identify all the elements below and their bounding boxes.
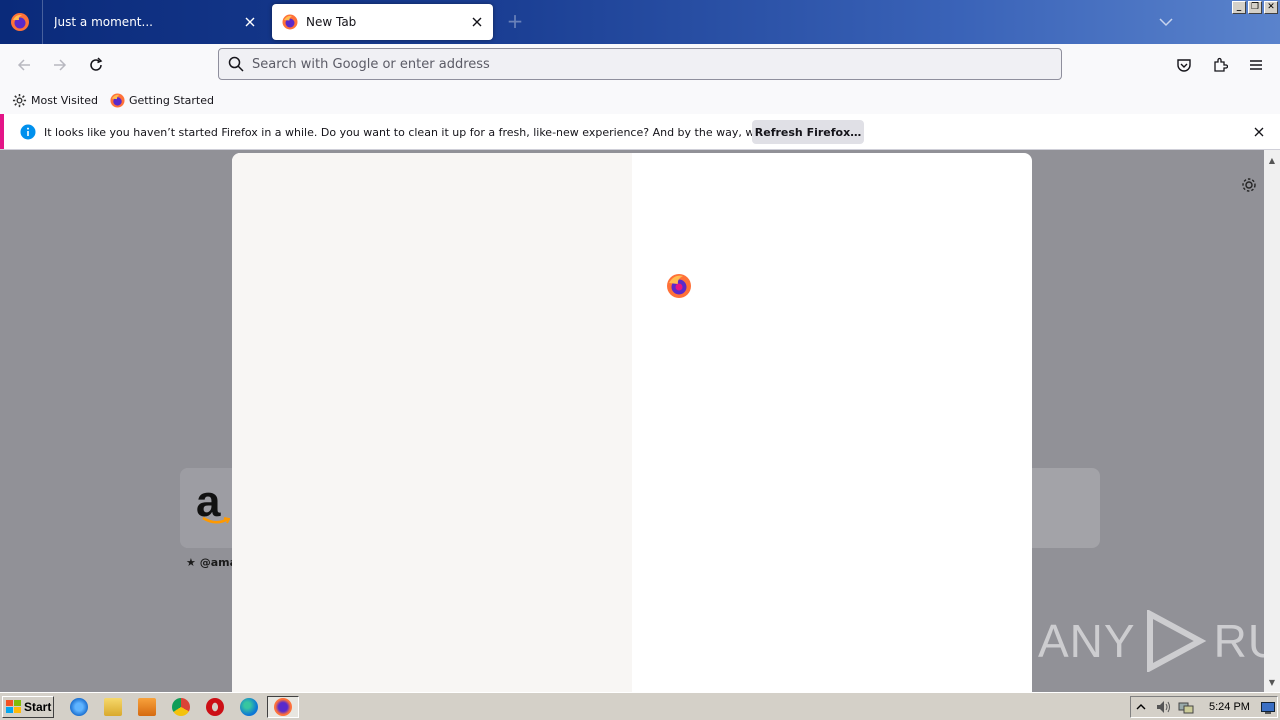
gear-icon (12, 93, 27, 107)
arrow-right-icon (54, 59, 67, 71)
amazon-smile-icon (202, 516, 230, 524)
new-tab-page: a ★ @ama ANY RUN (0, 150, 1264, 692)
restore-button[interactable]: ❐ (1248, 1, 1262, 14)
bookmark-label: Getting Started (128, 93, 214, 107)
address-placeholder: Search with Google or enter address (252, 56, 490, 72)
tab-label: Just a moment... (54, 15, 153, 29)
scrollbar[interactable]: ▲ ▼ (1264, 150, 1280, 692)
folder-icon[interactable] (104, 698, 122, 716)
opera-icon[interactable] (206, 698, 224, 716)
bookmark-getting-started[interactable]: Getting Started (110, 92, 214, 108)
tab-strip: Just a moment... New Tab + _ ❐ ✕ (0, 0, 1280, 44)
internet-explorer-icon[interactable] (70, 698, 88, 716)
firefox-logo-icon (667, 274, 691, 298)
topsite-label: ★ @ama (186, 556, 237, 569)
extensions-button[interactable] (1208, 53, 1232, 77)
chevron-up-icon[interactable] (1136, 702, 1146, 712)
reload-button[interactable] (84, 53, 108, 77)
window-controls: _ ❐ ✕ (1232, 1, 1278, 14)
refresh-notification-bar: It looks like you haven’t started Firefo… (0, 114, 1280, 150)
firefox-icon[interactable] (274, 698, 292, 716)
minimize-button[interactable]: _ (1232, 1, 1246, 14)
hamburger-menu-icon (1250, 60, 1262, 70)
close-tab-icon[interactable] (465, 10, 489, 34)
taskbar: Start 5:24 PM (0, 692, 1280, 720)
address-bar[interactable]: Search with Google or enter address (218, 48, 1062, 80)
notification-message: It looks like you haven’t started Firefo… (44, 125, 829, 139)
back-button[interactable] (12, 53, 36, 77)
windows-logo-icon (6, 700, 21, 713)
modal-left-panel (232, 153, 632, 692)
chrome-icon[interactable] (172, 698, 190, 716)
media-player-icon[interactable] (138, 698, 156, 716)
play-logo-icon (1146, 610, 1206, 672)
bookmark-label: Most Visited (31, 93, 98, 107)
scroll-down-icon[interactable]: ▼ (1264, 674, 1280, 690)
reload-icon (90, 57, 103, 71)
firefox-icon (110, 92, 125, 108)
tab-just-a-moment[interactable]: Just a moment... (44, 4, 266, 40)
forward-button[interactable] (48, 53, 72, 77)
bookmark-most-visited[interactable]: Most Visited (12, 93, 98, 108)
close-notification-icon[interactable] (1250, 123, 1268, 141)
tab-new-tab[interactable]: New Tab (272, 4, 493, 40)
gear-icon[interactable] (1240, 176, 1258, 194)
new-tab-button[interactable]: + (503, 10, 527, 34)
start-button[interactable]: Start (2, 696, 54, 718)
watermark-right-text: RUN (1213, 615, 1264, 667)
start-label: Start (24, 700, 52, 714)
anyrun-watermark: ANY RUN (1038, 610, 1264, 672)
speaker-icon[interactable] (1156, 700, 1172, 714)
pocket-icon (1177, 59, 1191, 72)
edge-icon[interactable] (240, 698, 258, 716)
firefox-icon (282, 14, 298, 30)
close-tab-icon[interactable] (238, 10, 262, 34)
puzzle-icon (1214, 57, 1228, 72)
scroll-up-icon[interactable]: ▲ (1264, 152, 1280, 168)
system-tray: 5:24 PM (1130, 696, 1278, 718)
chevron-down-icon[interactable] (1156, 12, 1176, 32)
search-icon (228, 56, 244, 72)
firefox-icon[interactable] (10, 12, 30, 32)
watermark-left-text: ANY (1038, 615, 1136, 667)
bookmarks-toolbar: Most Visited Getting Started (0, 86, 1280, 114)
welcome-modal (232, 153, 1032, 692)
app-menu-button[interactable] (1244, 53, 1268, 77)
network-icon[interactable] (1178, 700, 1194, 714)
pocket-button[interactable] (1172, 53, 1196, 77)
arrow-left-icon (17, 59, 30, 71)
nav-toolbar: Search with Google or enter address (0, 44, 1280, 86)
clock: 5:24 PM (1209, 701, 1250, 713)
close-window-button[interactable]: ✕ (1264, 1, 1278, 14)
tab-separator (42, 0, 43, 44)
tab-label: New Tab (306, 15, 357, 29)
refresh-firefox-button[interactable]: Refresh Firefox… (752, 120, 864, 144)
info-icon (20, 124, 36, 140)
show-desktop-icon[interactable] (1261, 702, 1275, 714)
